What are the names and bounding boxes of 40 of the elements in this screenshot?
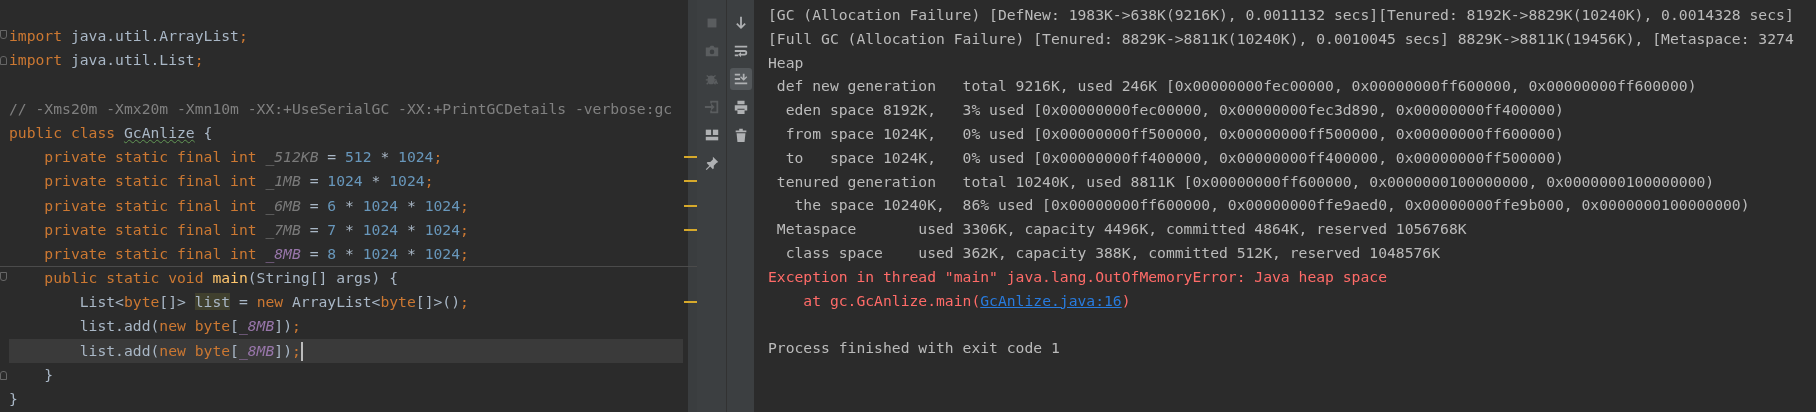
scroll-to-end-icon[interactable] [729, 68, 752, 90]
code-line: private static final int _512KB = 512 * 1024; [43, 147, 444, 168]
code-line: public class GcAnlize { [9, 122, 214, 143]
source-link[interactable]: GcAnlize.java:16 [980, 291, 1122, 309]
code-line: List<byte[]> list = new ArrayList<byte[]>(); [78, 292, 470, 313]
warning-stripe[interactable] [684, 204, 697, 207]
code-line: } [43, 364, 55, 385]
console-line: eden space 8192K, 3% used [0x00000000fec00000, 0x00000000fec3d890, 0x00000000ff400000) [784, 101, 1564, 119]
console-line: Metaspace used 3306K, capacity 4496K, committed 4864K, reserved 1056768K [775, 220, 1467, 238]
warning-stripe[interactable] [684, 156, 697, 159]
console-line: from space 1024K, 0% used [0x00000000ff500000, 0x00000000ff500000, 0x00000000ff600000) [784, 125, 1564, 142]
fold-marker-icon[interactable] [0, 272, 7, 282]
code-line: import java.util.List; [9, 50, 205, 71]
code-line: public static void main(String[] args) { [43, 268, 400, 289]
console-line: Heap [768, 53, 804, 71]
fold-marker-icon[interactable] [0, 56, 7, 66]
console-line: to space 1024K, 0% used [0x00000000ff400000, 0x00000000ff400000, 0x00000000ff500000) [784, 148, 1564, 166]
console-line: [Full GC (Allocation Failure) [Tenured: 8829K->8811K(10240K), 0.0010045 secs] 8829K->8811K(19456K), [Metaspace: 3274 [768, 29, 1794, 47]
warning-stripe[interactable] [684, 228, 697, 231]
console-line: def new generation total 9216K, used 246K [0x00000000fec00000, 0x00000000ff600000, 0x00000000ff600000) [775, 77, 1697, 95]
code-line: private static final int _7MB = 7 * 1024 * 1024; [43, 219, 470, 241]
stack-trace-line: at gc.GcAnlize.main(GcAnlize.java:16) [802, 291, 1131, 309]
code-editor[interactable] [0, 0, 697, 412]
console-line: Process finished with exit code 1 [768, 339, 1060, 357]
error-message: Exception in thread "main" java.lang.OutOfMemoryError: Java heap space [768, 267, 1387, 285]
fold-marker-icon[interactable] [0, 370, 7, 380]
code-line: private static final int _8MB = 8 * 1024 * 1024; [43, 243, 470, 265]
console-line: class space used 362K, capacity 388K, committed 512K, reserved 1048576K [784, 243, 1441, 261]
code-line: private static final int _1MB = 1024 * 1024; [43, 171, 435, 192]
warning-stripe[interactable] [684, 180, 697, 183]
code-line: list.add(new byte[_8MB]); [78, 316, 302, 337]
console-line: [GC (Allocation Failure) [DefNew: 1983K->638K(9216K), 0.0011132 secs][Tenured: 8192K->8829K(10240K), 0.0014328 secs] [768, 6, 1794, 23]
console-line: the space 10240K, 86% used [0x00000000ff600000, 0x00000000ffe9aed0, 0x00000000ffe9b000, 0x0000000100000000) [793, 196, 1750, 214]
code-line: import java.util.ArrayList; [9, 26, 249, 47]
fold-marker-icon[interactable] [0, 30, 7, 40]
code-line: private static final int _6MB = 6 * 1024 * 1024; [43, 195, 470, 217]
warning-stripe[interactable] [684, 301, 697, 304]
code-line: } [9, 389, 19, 409]
console-line: tenured generation total 10240K, used 8811K [0x00000000ff600000, 0x0000000100000000, 0x0000000100000000) [775, 172, 1715, 190]
code-line: // -Xms20m -Xmx20m -Xmn10m -XX:+UseSerialGC -XX:+PrintGCDetails -verbose:gc [9, 98, 674, 119]
